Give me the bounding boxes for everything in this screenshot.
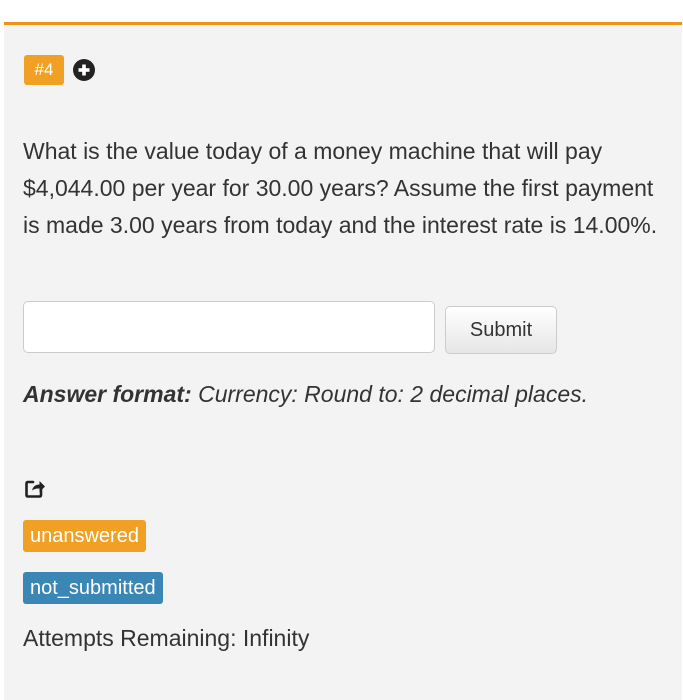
answer-format: Answer format: Currency: Round to: 2 dec… xyxy=(23,381,588,408)
answer-format-label: Answer format: xyxy=(23,381,192,407)
answer-status-badge: unanswered xyxy=(23,520,146,552)
answer-input[interactable] xyxy=(23,301,435,353)
share-icon[interactable] xyxy=(24,477,46,499)
plus-circle-icon[interactable] xyxy=(72,58,96,82)
question-card: #4 What is the value today of a money ma… xyxy=(4,22,682,700)
question-number-badge: #4 xyxy=(24,55,64,85)
answer-format-value: Currency: Round to: 2 decimal places. xyxy=(191,381,589,407)
submission-status-badge: not_submitted xyxy=(23,572,163,604)
submit-button[interactable]: Submit xyxy=(445,306,557,354)
question-text: What is the value today of a money machi… xyxy=(23,138,658,238)
attempts-remaining: Attempts Remaining: Infinity xyxy=(23,625,310,651)
